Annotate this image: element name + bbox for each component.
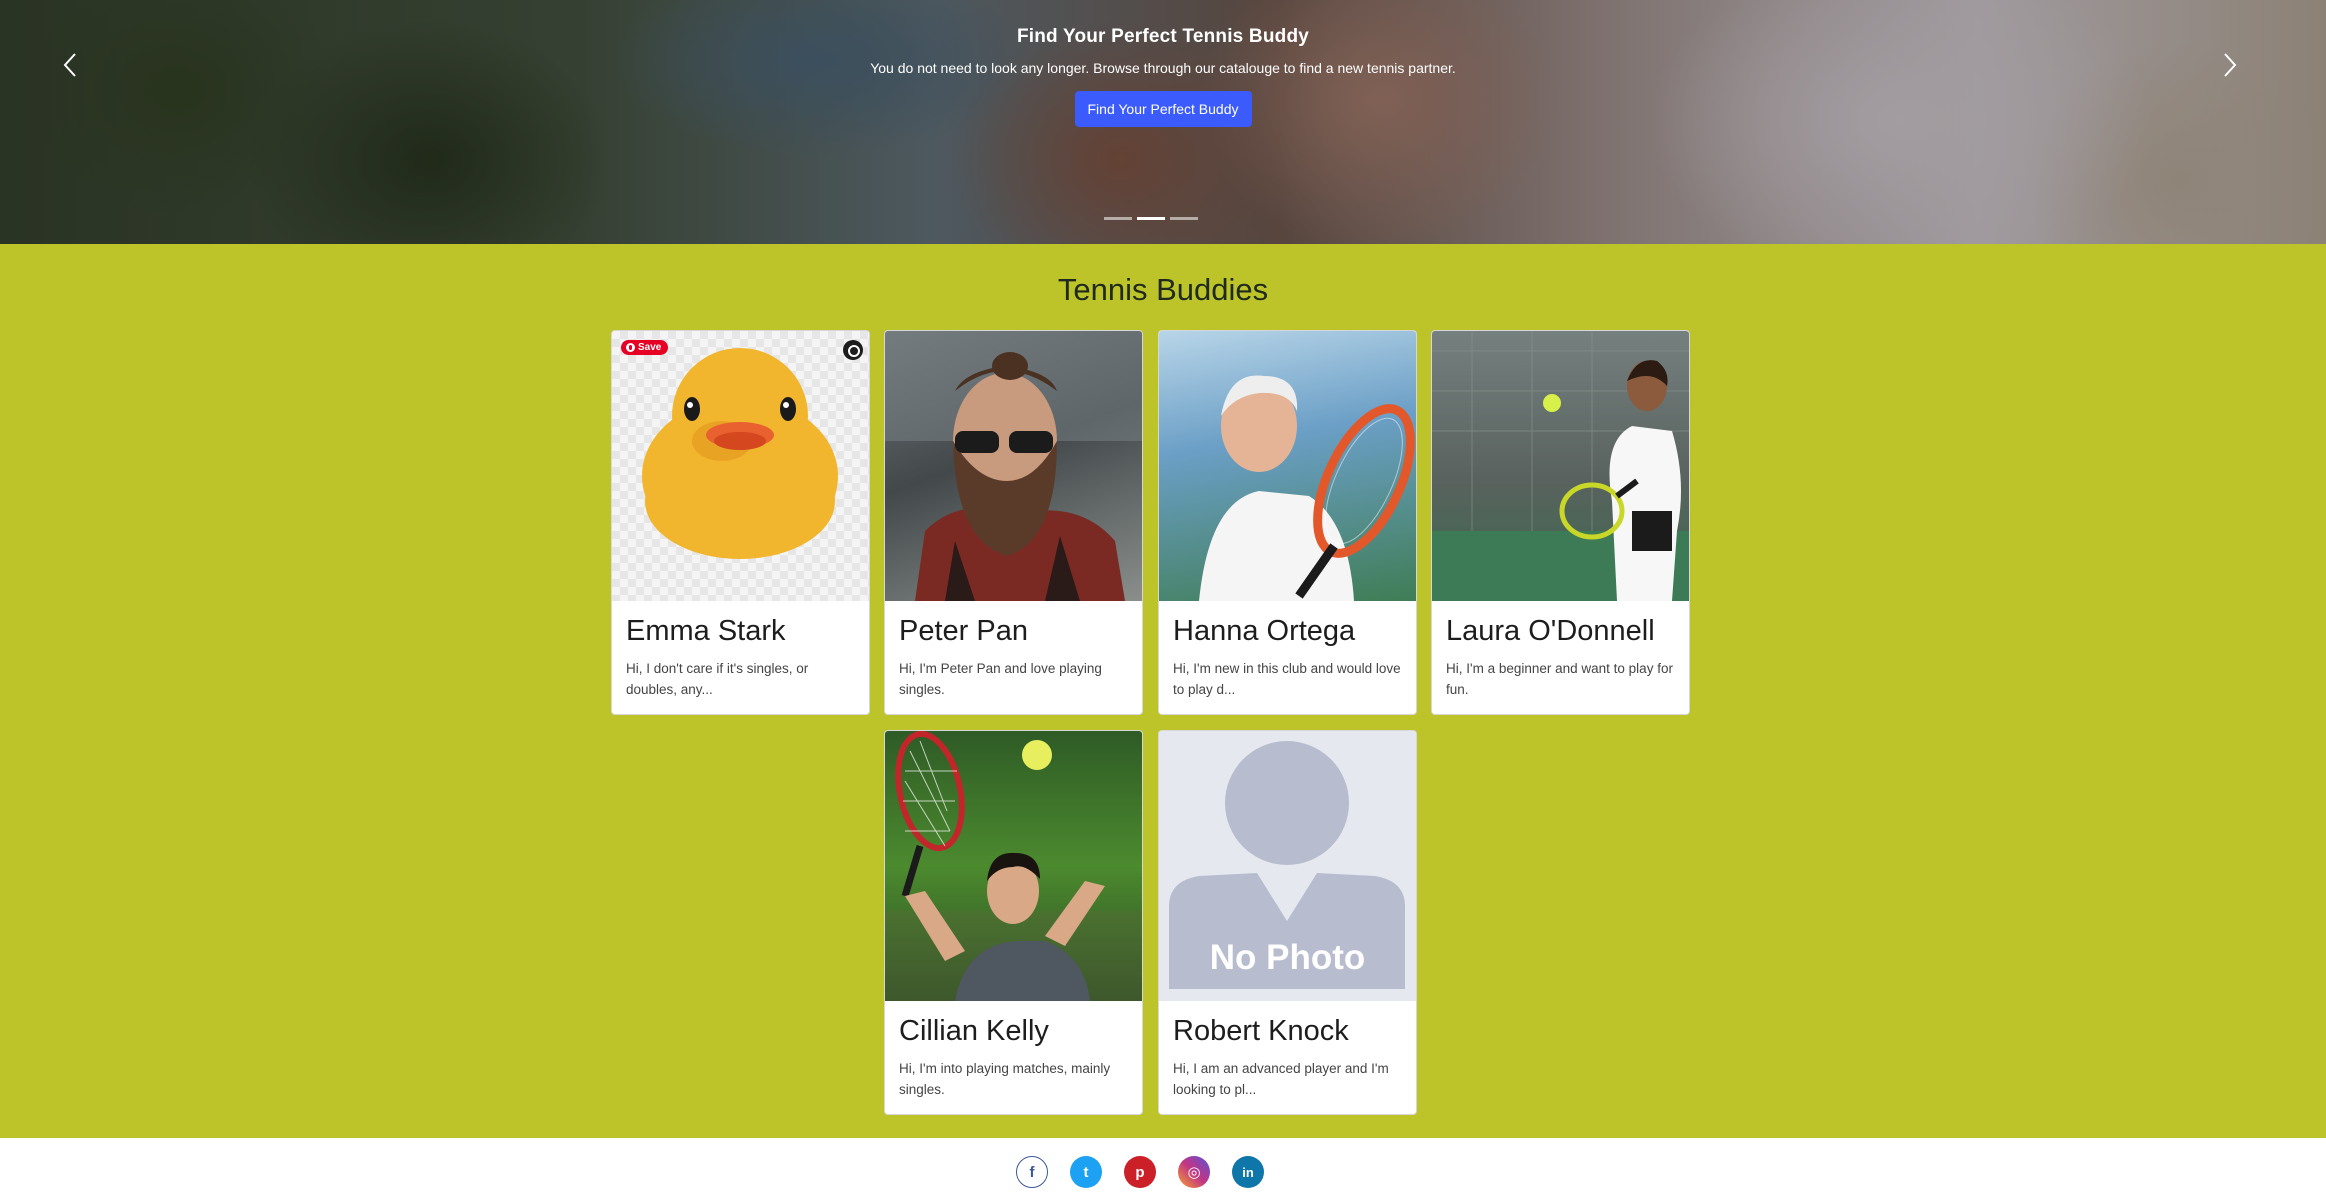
buddy-name: Emma Stark xyxy=(626,615,786,647)
carousel-indicators xyxy=(1104,217,1198,220)
buddy-card[interactable]: Save Emma Stark Hi, I don't care if it's… xyxy=(611,330,870,715)
buddy-card[interactable]: Laura O'Donnell Hi, I'm a beginner and w… xyxy=(1431,330,1690,715)
woman-tennis-player-image xyxy=(1432,331,1689,601)
carousel-indicator-1[interactable] xyxy=(1104,217,1132,220)
linkedin-icon: in xyxy=(1242,1164,1254,1180)
buddy-photo xyxy=(885,331,1142,601)
buddy-card[interactable]: Peter Pan Hi, I'm Peter Pan and love pla… xyxy=(884,330,1143,715)
buddy-photo-placeholder: No Photo xyxy=(1159,731,1416,1001)
social-links: f t p ◎ in xyxy=(1016,1156,1264,1188)
section-title: Tennis Buddies xyxy=(1057,272,1269,307)
hero-subtitle: You do not need to look any longer. Brow… xyxy=(870,60,1456,76)
linkedin-link[interactable]: in xyxy=(1232,1156,1264,1188)
man-with-beard-image xyxy=(885,331,1142,601)
buddy-description: Hi, I'm a beginner and want to play for … xyxy=(1446,661,1673,697)
pinterest-icon: p xyxy=(1135,1163,1145,1181)
visual-search-icon[interactable] xyxy=(843,340,863,360)
buddy-description: Hi, I don't care if it's singles, or dou… xyxy=(626,661,809,697)
hero-caption: Find Your Perfect Tennis Buddy You do no… xyxy=(0,26,2326,127)
rubber-duck-image xyxy=(642,348,838,559)
no-photo-label: No Photo xyxy=(1209,938,1366,977)
buddy-photo: Save xyxy=(612,331,869,601)
carousel-next-button[interactable] xyxy=(2218,50,2242,80)
buddy-name: Cillian Kelly xyxy=(899,1015,1049,1047)
buddy-photo xyxy=(1159,331,1416,601)
buddy-description: Hi, I'm Peter Pan and love playing singl… xyxy=(899,661,1102,697)
chevron-right-icon xyxy=(2224,53,2237,77)
buddy-description: Hi, I'm into playing matches, mainly sin… xyxy=(899,1061,1111,1097)
buddy-card[interactable]: Hanna Ortega Hi, I'm new in this club an… xyxy=(1158,330,1417,715)
buddy-photo xyxy=(1432,331,1689,601)
buddy-name: Hanna Ortega xyxy=(1173,615,1356,647)
facebook-icon: f xyxy=(1029,1163,1035,1181)
facebook-link[interactable]: f xyxy=(1016,1156,1048,1188)
buddy-name: Peter Pan xyxy=(899,615,1028,647)
buddy-name: Robert Knock xyxy=(1173,1015,1349,1047)
buddy-name: Laura O'Donnell xyxy=(1446,615,1655,647)
pinterest-link[interactable]: p xyxy=(1124,1156,1156,1188)
carousel-indicator-3[interactable] xyxy=(1170,217,1198,220)
man-tennis-player-image xyxy=(885,731,1142,1001)
twitter-icon: t xyxy=(1083,1163,1089,1181)
instagram-link[interactable]: ◎ xyxy=(1178,1156,1210,1188)
pinterest-icon xyxy=(626,343,635,352)
pinterest-save-button[interactable]: Save xyxy=(621,340,669,355)
buddy-description: Hi, I'm new in this club and would love … xyxy=(1173,661,1401,697)
carousel-indicator-2[interactable] xyxy=(1137,217,1165,220)
pinterest-save-label: Save xyxy=(638,342,662,353)
find-buddy-button[interactable]: Find Your Perfect Buddy xyxy=(1074,91,1252,127)
hero-title: Find Your Perfect Tennis Buddy xyxy=(1016,26,1310,47)
instagram-icon: ◎ xyxy=(1187,1164,1201,1181)
buddy-description: Hi, I am an advanced player and I'm look… xyxy=(1173,1061,1389,1097)
twitter-link[interactable]: t xyxy=(1070,1156,1102,1188)
buddy-photo xyxy=(885,731,1142,1001)
footer: f t p ◎ in xyxy=(0,1138,2326,1201)
buddies-section: Tennis Buddies Save Emma Stark Hi, I don… xyxy=(0,244,2326,1138)
hero-carousel: Find Your Perfect Tennis Buddy You do no… xyxy=(0,0,2326,244)
buddy-card[interactable]: No Photo Robert Knock Hi, I am an advanc… xyxy=(1158,730,1417,1115)
buddy-card[interactable]: Cillian Kelly Hi, I'm into playing match… xyxy=(884,730,1143,1115)
woman-tennis-player-image xyxy=(1199,375,1415,601)
